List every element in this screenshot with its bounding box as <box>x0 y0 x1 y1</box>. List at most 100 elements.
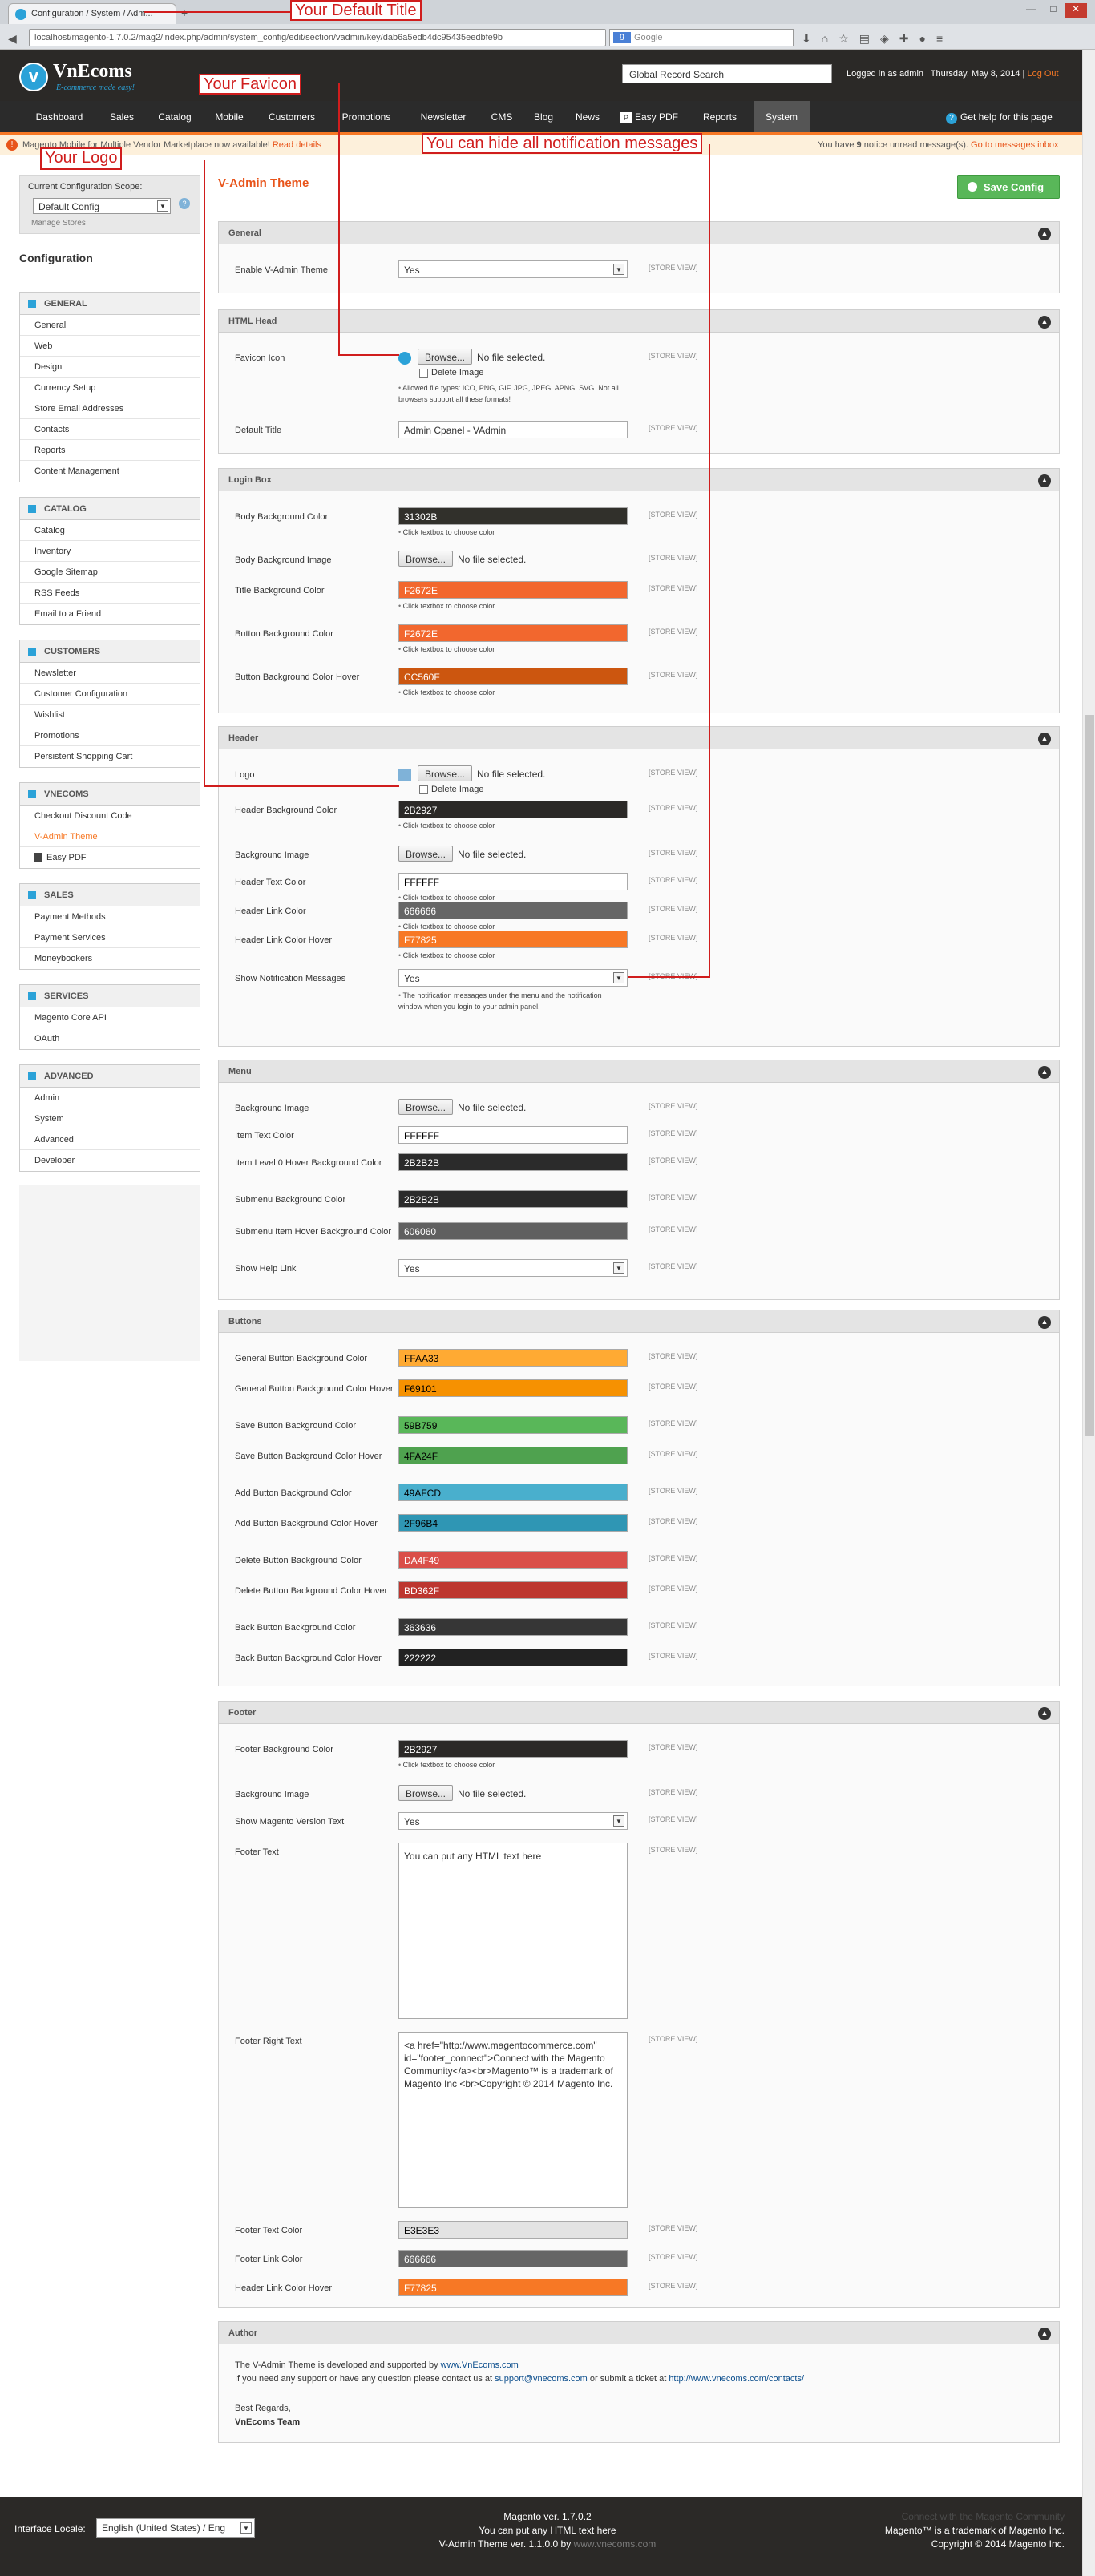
color-input[interactable]: DA4F49 <box>398 1551 628 1569</box>
collapse-icon[interactable]: ▲ <box>1038 1066 1051 1079</box>
sidebar-item[interactable]: System <box>20 1108 200 1129</box>
color-input[interactable]: 59B759 <box>398 1416 628 1434</box>
color-input[interactable]: 49AFCD <box>398 1484 628 1501</box>
section-header[interactable]: General ▲ <box>219 222 1059 244</box>
menu-item-newsletter[interactable]: Newsletter <box>407 101 479 132</box>
home-icon[interactable]: ⌂ <box>822 32 838 45</box>
color-input[interactable]: 31302B <box>398 507 628 525</box>
addon-icon[interactable]: ✚ <box>899 32 919 45</box>
scrollbar-thumb[interactable] <box>1085 715 1094 1436</box>
browser-search-input[interactable]: g Google <box>609 29 794 46</box>
sidebar-item[interactable]: Inventory <box>20 541 200 562</box>
delete-logo-checkbox[interactable]: Delete Image <box>419 785 483 794</box>
sidebar-item[interactable]: Developer <box>20 1150 200 1171</box>
sidebar-item[interactable]: Magento Core API <box>20 1007 200 1028</box>
inbox-link[interactable]: Go to messages inbox <box>971 140 1058 150</box>
section-header[interactable]: Login Box ▲ <box>219 469 1059 491</box>
color-input[interactable]: CC560F <box>398 668 628 685</box>
color-input[interactable]: 666666 <box>398 902 628 919</box>
sidebar-item[interactable]: Store Email Addresses <box>20 398 200 419</box>
color-input[interactable]: F69101 <box>398 1379 628 1397</box>
sidebar-item[interactable]: General <box>20 315 200 336</box>
read-details-link[interactable]: Read details <box>273 140 321 150</box>
scope-select[interactable]: Default Config ▼ <box>33 198 171 214</box>
sidebar-item[interactable]: OAuth <box>20 1028 200 1049</box>
show-help-select[interactable]: Yes ▼ <box>398 1259 628 1277</box>
bookmark-star-icon[interactable]: ☆ <box>838 32 859 45</box>
manage-stores-link[interactable]: Manage Stores <box>31 219 86 228</box>
page-scrollbar[interactable] <box>1082 50 1095 2576</box>
sidebar-item[interactable]: Web <box>20 336 200 357</box>
vnecoms-link[interactable]: www.VnEcoms.com <box>441 2360 519 2370</box>
sidebar-item[interactable]: V-Admin Theme <box>20 826 200 847</box>
sidebar-item[interactable]: Google Sitemap <box>20 562 200 583</box>
menu-item-reports[interactable]: Reports <box>691 101 749 132</box>
collapse-icon[interactable]: ▲ <box>1038 1707 1051 1720</box>
color-input[interactable]: 222222 <box>398 1649 628 1666</box>
sidebar-item[interactable]: Persistent Shopping Cart <box>20 746 200 767</box>
download-icon[interactable]: ⬇ <box>802 32 822 45</box>
theme-link[interactable]: www.vnecoms.com <box>574 2538 657 2550</box>
menu-item-easy-pdf[interactable]: P Easy PDF <box>612 101 686 132</box>
color-input[interactable]: 666666 <box>398 2250 628 2267</box>
bookmarks-icon[interactable]: ▤ <box>859 32 880 45</box>
menu-item-sales[interactable]: Sales <box>99 101 144 132</box>
toolbar-icons[interactable]: ⬇⌂☆▤◈✚●≡ <box>802 32 953 46</box>
connect-link[interactable]: Connect with the Magento Community <box>802 2510 1065 2524</box>
sidebar-item[interactable]: Wishlist <box>20 705 200 725</box>
sidebar-item[interactable]: Reports <box>20 440 200 461</box>
sidebar-item[interactable]: Content Management <box>20 461 200 482</box>
sidebar-item[interactable]: Email to a Friend <box>20 604 200 624</box>
color-input[interactable]: BD362F <box>398 1581 628 1599</box>
browser-tab[interactable]: Configuration / System / Adm... <box>8 3 176 24</box>
stop-icon[interactable]: ● <box>919 32 936 45</box>
browse-button[interactable]: Browse... <box>398 551 454 567</box>
sidebar-item[interactable]: Design <box>20 357 200 378</box>
menu-item-customers[interactable]: Customers <box>258 101 325 132</box>
menu-item-cms[interactable]: CMS <box>484 101 519 132</box>
sidebar-item[interactable]: Newsletter <box>20 663 200 684</box>
file-input[interactable]: Browse... No file selected. <box>398 551 639 568</box>
browse-button[interactable]: Browse... <box>398 1785 454 1801</box>
section-header[interactable]: Footer ▲ <box>219 1702 1059 1724</box>
shield-icon[interactable]: ◈ <box>880 32 899 45</box>
menu-item-promotions[interactable]: Promotions <box>330 101 402 132</box>
logout-link[interactable]: Log Out <box>1027 69 1058 79</box>
sidebar-item[interactable]: Easy PDF <box>20 847 200 868</box>
support-email-link[interactable]: support@vnecoms.com <box>495 2374 588 2384</box>
color-input[interactable]: 4FA24F <box>398 1447 628 1464</box>
color-input[interactable]: 2B2B2B <box>398 1153 628 1171</box>
menu-bg-file-input[interactable]: Browse... No file selected. <box>398 1099 639 1116</box>
help-link[interactable]: ? Get help for this page <box>946 111 1053 124</box>
footer-text-textarea[interactable]: You can put any HTML text here <box>398 1843 628 2019</box>
section-header[interactable]: Buttons ▲ <box>219 1310 1059 1333</box>
sidebar-item[interactable]: Catalog <box>20 520 200 541</box>
sidebar-item[interactable]: Checkout Discount Code <box>20 806 200 826</box>
color-input[interactable]: FFFFFF <box>398 873 628 890</box>
favicon-file-input[interactable]: Browse... No file selected. <box>398 349 639 366</box>
show-version-select[interactable]: Yes ▼ <box>398 1812 628 1830</box>
save-config-button[interactable]: Save Config <box>957 175 1060 199</box>
section-header[interactable]: Menu ▲ <box>219 1060 1059 1083</box>
sidebar-item[interactable]: Currency Setup <box>20 378 200 398</box>
menu-item-mobile[interactable]: Mobile <box>205 101 253 132</box>
collapse-icon[interactable]: ▲ <box>1038 733 1051 745</box>
color-input[interactable]: 606060 <box>398 1222 628 1240</box>
locale-select[interactable]: English (United States) / Eng ▼ <box>96 2518 255 2538</box>
collapse-icon[interactable]: ▲ <box>1038 228 1051 240</box>
browse-button[interactable]: Browse... <box>418 765 473 781</box>
color-input[interactable]: E3E3E3 <box>398 2221 628 2239</box>
back-icon[interactable]: ◀ <box>8 32 17 46</box>
footer-bg-color-input[interactable]: 2B2927 <box>398 1740 628 1758</box>
collapse-icon[interactable]: ▲ <box>1038 474 1051 487</box>
close-window-icon[interactable]: ✕ <box>1065 3 1087 18</box>
browse-button[interactable]: Browse... <box>398 1099 454 1115</box>
section-header[interactable]: Header ▲ <box>219 727 1059 749</box>
minimize-icon[interactable]: — <box>1020 3 1042 18</box>
sidebar-item[interactable]: Moneybookers <box>20 948 200 969</box>
browse-button[interactable]: Browse... <box>418 349 473 365</box>
sidebar-item[interactable]: Advanced <box>20 1129 200 1150</box>
color-input[interactable]: 2F96B4 <box>398 1514 628 1532</box>
logo-file-input[interactable]: Browse... No file selected. <box>398 765 639 783</box>
color-input[interactable]: F2672E <box>398 581 628 599</box>
